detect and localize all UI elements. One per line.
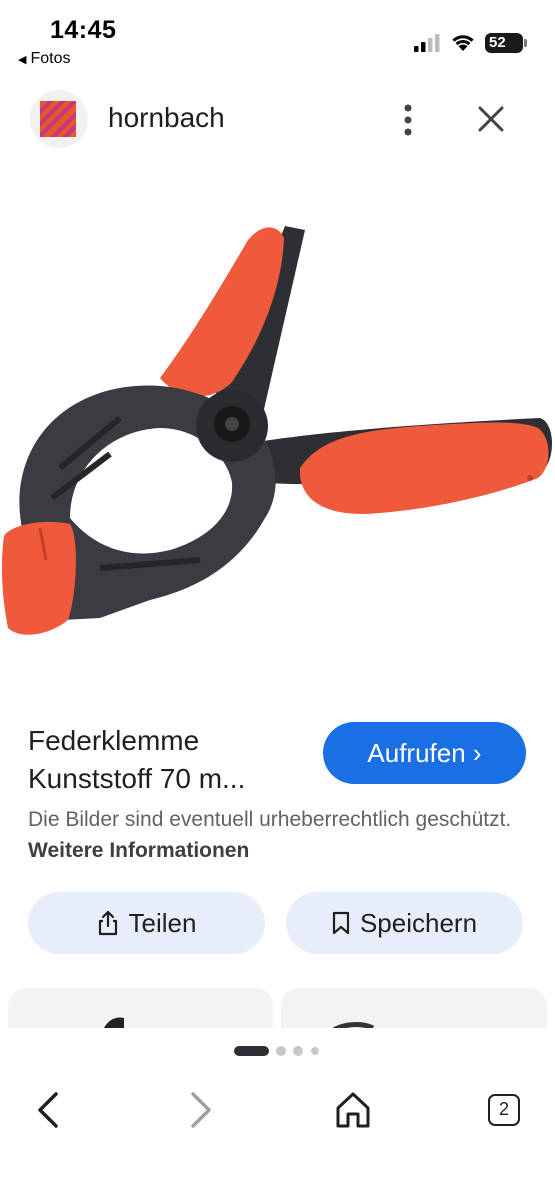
battery-nub — [524, 39, 527, 47]
share-icon — [98, 910, 117, 936]
wifi-icon — [452, 35, 474, 51]
pager-dots[interactable] — [234, 1046, 324, 1056]
bottom-navbar — [0, 1070, 555, 1200]
save-label: Speichern — [359, 907, 478, 938]
cellular-signal-icon — [414, 34, 440, 52]
share-label: Teilen — [128, 907, 197, 938]
pager-dot-active — [234, 1046, 269, 1056]
tab-switcher-button[interactable]: 2 — [488, 1094, 520, 1126]
copyright-notice: Die Bilder sind eventuell urheberrechtli… — [28, 804, 528, 866]
more-info-link[interactable]: Weitere Informationen — [28, 839, 249, 862]
site-name[interactable]: hornbach — [108, 102, 225, 134]
product-image[interactable] — [0, 168, 555, 700]
bookmark-icon — [332, 911, 350, 935]
save-button[interactable]: Speichern — [286, 892, 523, 954]
hornbach-logo-icon — [40, 101, 76, 137]
back-triangle-icon: ◀ — [18, 54, 27, 66]
back-to-app-link[interactable]: ◀ Fotos — [18, 50, 70, 68]
copyright-text: Die Bilder sind eventuell urheberrechtli… — [28, 808, 512, 831]
pager-dot — [276, 1046, 286, 1056]
pager-dot — [293, 1046, 303, 1056]
visit-button[interactable]: Aufrufen › — [323, 722, 526, 784]
forward-arrow-icon[interactable] — [185, 1090, 217, 1130]
status-time: 14:45 — [50, 16, 117, 44]
more-vert-icon[interactable] — [396, 102, 420, 138]
result-title: Federklemme Kunststoff 70 m... — [28, 725, 246, 794]
home-icon[interactable] — [334, 1090, 372, 1130]
battery-indicator: 52 — [485, 33, 523, 53]
close-icon[interactable] — [476, 104, 506, 134]
visit-button-label: Aufrufen — [367, 738, 466, 768]
chevron-right-icon: › — [472, 738, 482, 768]
back-arrow-icon[interactable] — [32, 1090, 64, 1130]
share-button[interactable]: Teilen — [28, 892, 265, 954]
pager-dot — [311, 1047, 319, 1055]
back-app-label: Fotos — [30, 50, 71, 67]
